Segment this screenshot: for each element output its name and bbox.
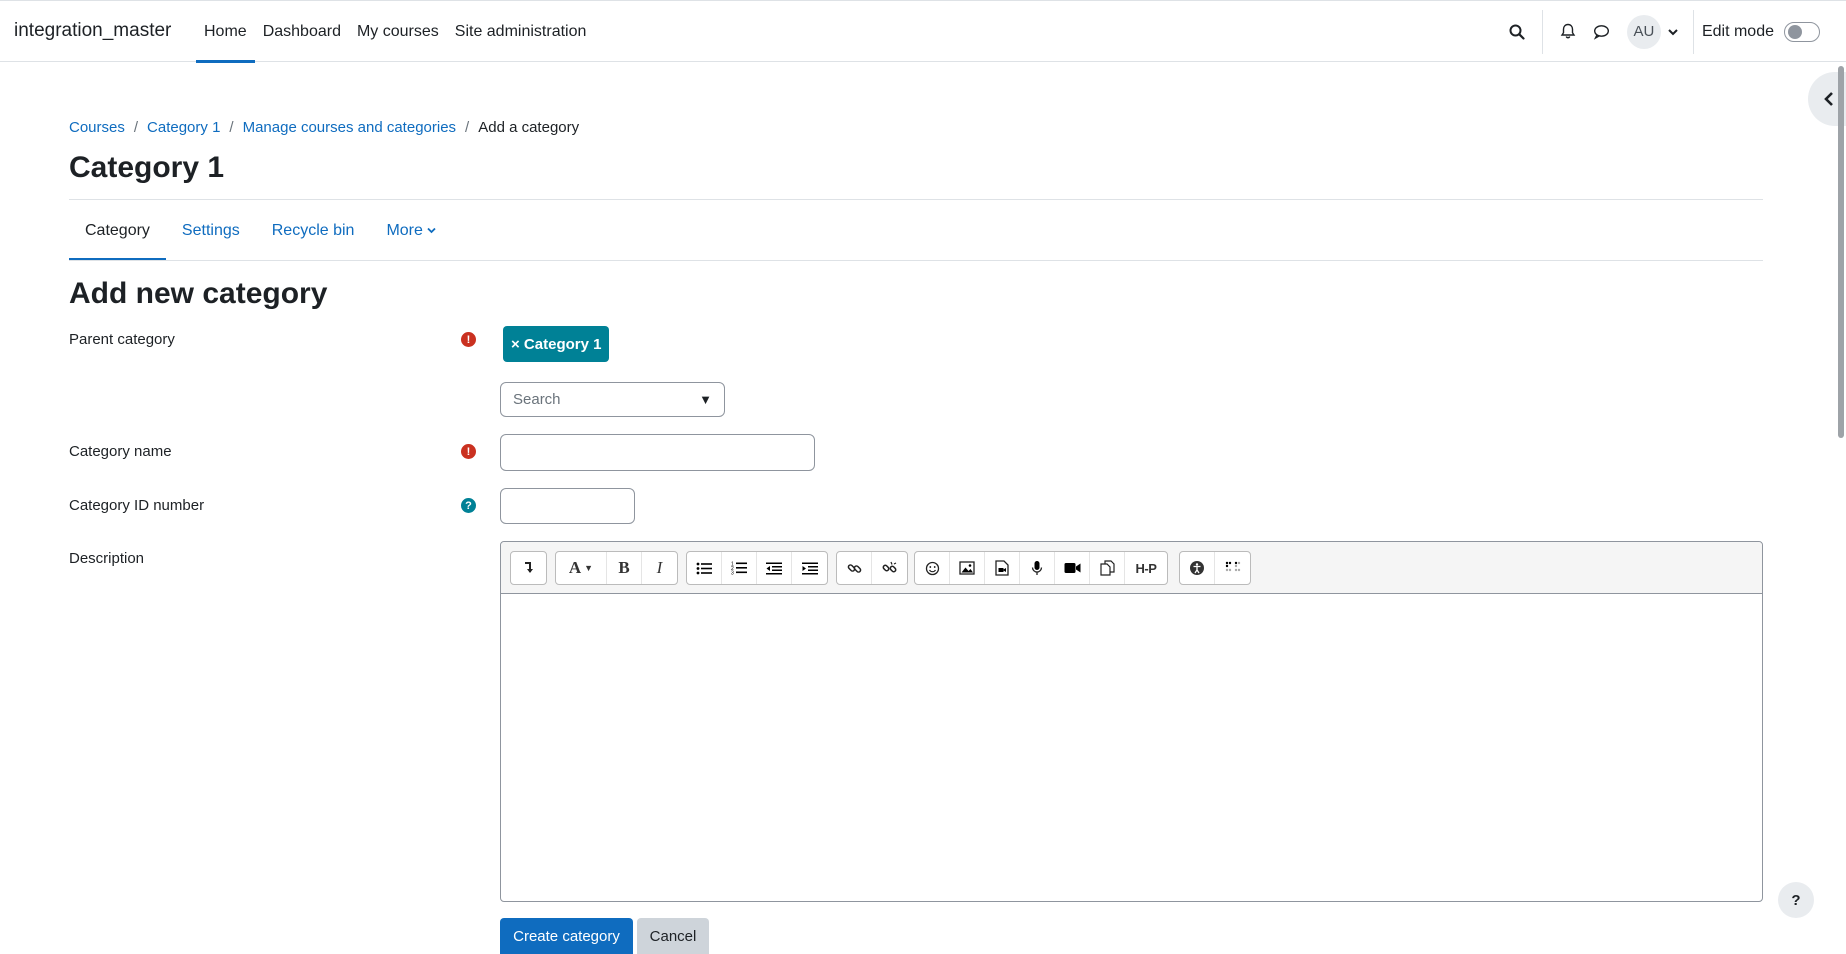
description-editor: A ▼ B I 123 H-P	[500, 541, 1763, 902]
parent-category-label: Parent category	[69, 331, 175, 348]
screenreader-helper-icon[interactable]	[1215, 552, 1250, 584]
top-navbar: integration_master Home Dashboard My cou…	[0, 0, 1846, 63]
unordered-list-icon[interactable]	[687, 552, 722, 584]
collapse-toolbar-icon[interactable]	[511, 552, 546, 584]
required-icon: !	[461, 332, 476, 347]
breadcrumb-courses[interactable]: Courses	[69, 119, 125, 136]
secondary-navigation: Category Settings Recycle bin More	[69, 200, 452, 261]
site-brand[interactable]: integration_master	[14, 20, 171, 42]
search-placeholder: Search	[513, 391, 561, 408]
breadcrumb-manage-courses[interactable]: Manage courses and categories	[243, 119, 456, 136]
category-name-label: Category name	[69, 443, 172, 460]
tab-more-label: More	[386, 221, 423, 239]
help-icon[interactable]: ?	[461, 498, 476, 513]
toolbar-group	[510, 551, 547, 585]
media-icon[interactable]	[985, 552, 1020, 584]
breadcrumb-separator: /	[229, 119, 234, 136]
toolbar-group: A ▼ B I	[555, 551, 678, 585]
parent-category-search[interactable]: Search ▼	[500, 382, 725, 417]
help-button[interactable]: ?	[1778, 882, 1814, 918]
edit-mode-switch[interactable]: Edit mode	[1701, 21, 1820, 42]
chat-icon[interactable]	[1585, 15, 1619, 49]
category-name-input[interactable]	[500, 434, 815, 471]
h5p-icon[interactable]: H-P	[1125, 552, 1167, 584]
breadcrumb-separator: /	[133, 119, 139, 136]
selected-parent-category-chip[interactable]: × Category 1	[503, 326, 610, 362]
italic-icon[interactable]: I	[642, 552, 677, 584]
page-title: Category 1	[69, 151, 225, 184]
required-icon: !	[461, 444, 476, 459]
image-icon[interactable]	[950, 552, 985, 584]
description-textarea[interactable]	[501, 594, 1762, 901]
toolbar-group	[1179, 551, 1251, 585]
microphone-icon[interactable]	[1020, 552, 1055, 584]
tab-category[interactable]: Category	[69, 200, 166, 261]
edit-mode-label: Edit mode	[1701, 22, 1774, 40]
page-scrollbar[interactable]	[1836, 62, 1846, 949]
nav-site-administration[interactable]: Site administration	[447, 1, 595, 62]
toolbar-group: 123	[686, 551, 828, 585]
nav-dashboard[interactable]: Dashboard	[255, 1, 349, 62]
scrollbar-thumb[interactable]	[1838, 66, 1844, 438]
divider	[69, 260, 1763, 261]
toggle-knob	[1788, 24, 1802, 39]
nav-my-courses[interactable]: My courses	[349, 1, 447, 62]
category-id-input[interactable]	[500, 488, 635, 524]
breadcrumb-category-1[interactable]: Category 1	[147, 119, 220, 136]
accessibility-checker-icon[interactable]	[1180, 552, 1215, 584]
tab-settings[interactable]: Settings	[166, 200, 256, 261]
breadcrumb: Courses / Category 1 / Manage courses an…	[69, 119, 579, 136]
avatar[interactable]: AU	[1626, 14, 1661, 49]
navbar-right: AU Edit mode	[1500, 1, 1846, 62]
tab-recycle-bin[interactable]: Recycle bin	[256, 200, 371, 261]
manage-files-icon[interactable]	[1090, 552, 1125, 584]
indent-icon[interactable]	[792, 552, 827, 584]
ordered-list-icon[interactable]: 123	[722, 552, 757, 584]
edit-mode-toggle[interactable]	[1784, 21, 1820, 42]
bold-icon[interactable]: B	[607, 552, 642, 584]
category-id-label: Category ID number	[69, 497, 205, 514]
emoji-icon[interactable]	[915, 552, 950, 584]
paragraph-style-icon[interactable]: A ▼	[556, 552, 607, 584]
tab-more[interactable]: More	[370, 200, 451, 261]
link-icon[interactable]	[837, 552, 872, 584]
breadcrumb-separator: /	[465, 119, 470, 136]
dropdown-arrow-icon[interactable]: ▼	[699, 392, 712, 407]
search-icon[interactable]	[1500, 15, 1534, 49]
video-camera-icon[interactable]	[1055, 552, 1090, 584]
outdent-icon[interactable]	[757, 552, 792, 584]
description-label: Description	[69, 550, 145, 567]
nav-home[interactable]: Home	[196, 1, 255, 63]
navbar-divider	[1692, 9, 1694, 54]
primary-navigation: Home Dashboard My courses Site administr…	[196, 1, 595, 63]
chevron-down-icon	[427, 227, 436, 234]
form-title: Add new category	[69, 277, 328, 310]
toolbar-group: H-P	[914, 551, 1168, 585]
breadcrumb-current: Add a category	[478, 119, 580, 136]
unlink-icon[interactable]	[872, 552, 907, 584]
chevron-down-icon[interactable]	[1661, 15, 1685, 49]
chevron-left-icon	[1824, 92, 1833, 106]
bell-icon[interactable]	[1551, 15, 1585, 49]
editor-toolbar: A ▼ B I 123 H-P	[501, 542, 1762, 594]
toolbar-group	[836, 551, 908, 585]
navbar-divider	[1541, 9, 1543, 54]
svg-text:3: 3	[731, 571, 734, 576]
